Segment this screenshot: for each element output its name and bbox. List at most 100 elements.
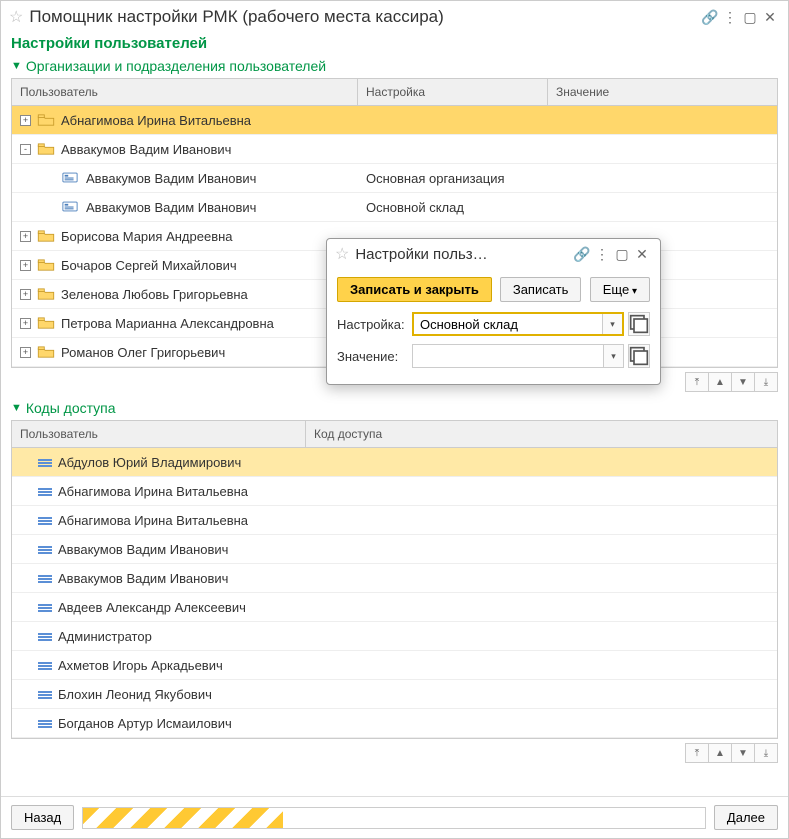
kebab-icon[interactable]: ⋮ (720, 9, 740, 26)
titlebar: ☆ Помощник настройки РМК (рабочего места… (1, 1, 788, 33)
value-cell (548, 174, 777, 182)
table-row[interactable]: Аввакумов Вадим ИвановичОсновной склад (12, 193, 777, 222)
chevron-down-icon: ▼ (11, 60, 22, 72)
section-title: Настройки пользователей (1, 33, 788, 54)
table-row[interactable]: Абнагимова Ирина Витальевна (12, 506, 777, 535)
user-name: Аввакумов Вадим Иванович (86, 200, 256, 215)
value-cell (548, 116, 777, 124)
dropdown-button[interactable]: ▾ (603, 345, 623, 367)
tree-expander[interactable]: + (20, 260, 31, 271)
folder-icon (37, 259, 55, 271)
table-row[interactable]: Аввакумов Вадим Иванович (12, 564, 777, 593)
list-icon (38, 687, 52, 702)
save-button[interactable]: Записать (500, 277, 582, 302)
col-value[interactable]: Значение (548, 79, 777, 105)
kebab-icon[interactable]: ⋮ (592, 246, 612, 263)
dropdown-button[interactable]: ▾ (602, 314, 622, 334)
list-icon (38, 629, 52, 644)
setting-input[interactable] (414, 314, 602, 334)
col-user[interactable]: Пользователь (12, 79, 358, 105)
access-code-cell (306, 487, 777, 495)
user-name: Борисова Мария Андреевна (61, 229, 233, 244)
table-row[interactable]: Авдеев Александр Алексеевич (12, 593, 777, 622)
table-row[interactable]: Администратор (12, 622, 777, 651)
maximize-icon[interactable]: ▢ (740, 9, 760, 26)
popup-button-row: Записать и закрыть Записать Еще (337, 277, 650, 302)
nav-down-button[interactable]: ▼ (731, 372, 755, 392)
user-settings-popup: ☆ Настройки польз… 🔗 ⋮ ▢ ✕ Записать и за… (326, 238, 661, 385)
link-icon[interactable]: 🔗 (572, 246, 592, 263)
popup-title: Настройки польз… (355, 246, 572, 263)
nav-up-button[interactable]: ▲ (708, 372, 732, 392)
table-row[interactable]: Аввакумов Вадим ИвановичОсновная организ… (12, 164, 777, 193)
list-icon (38, 484, 52, 499)
list-icon (38, 600, 52, 615)
nav-first-button[interactable]: ⤒ (685, 743, 709, 763)
access-code-cell (306, 574, 777, 582)
access-code-cell (306, 690, 777, 698)
window-title: Помощник настройки РМК (рабочего места к… (29, 7, 700, 27)
tree-expander[interactable]: + (20, 318, 31, 329)
group-header-orgs[interactable]: ▼ Организации и подразделения пользовате… (1, 54, 788, 78)
table-row[interactable]: -Аввакумов Вадим Иванович (12, 135, 777, 164)
list-icon (38, 455, 52, 470)
link-icon[interactable]: 🔗 (700, 9, 720, 26)
star-icon[interactable]: ☆ (335, 244, 349, 264)
table-body: Абдулов Юрий Владимирович Абнагимова Ирин… (12, 448, 777, 738)
table-header: Пользователь Код доступа (12, 421, 777, 448)
group-header-label: Организации и подразделения пользователе… (26, 58, 326, 74)
tree-expander[interactable]: + (20, 289, 31, 300)
user-name: Авдеев Александр Алексеевич (58, 600, 246, 615)
col-user[interactable]: Пользователь (12, 421, 306, 447)
user-name: Абдулов Юрий Владимирович (58, 455, 241, 470)
more-button[interactable]: Еще (590, 277, 650, 302)
list-icon (38, 658, 52, 673)
back-button[interactable]: Назад (11, 805, 74, 830)
access-code-cell (306, 545, 777, 553)
table-row[interactable]: Блохин Леонид Якубович (12, 680, 777, 709)
maximize-icon[interactable]: ▢ (612, 246, 632, 263)
open-button[interactable] (628, 312, 650, 336)
open-button[interactable] (628, 344, 650, 368)
nav-down-button[interactable]: ▼ (731, 743, 755, 763)
value-cell (548, 203, 777, 211)
list-icon (38, 542, 52, 557)
tree-expander[interactable]: - (20, 144, 31, 155)
table-row[interactable]: Абдулов Юрий Владимирович (12, 448, 777, 477)
table-row[interactable]: Ахметов Игорь Аркадьевич (12, 651, 777, 680)
col-code[interactable]: Код доступа (306, 421, 777, 447)
next-button[interactable]: Далее (714, 805, 778, 830)
list-icon (38, 513, 52, 528)
access-code-cell (306, 516, 777, 524)
setting-cell (358, 145, 548, 153)
table-row[interactable]: + Абнагимова Ирина Витальевна (12, 106, 777, 135)
table-row[interactable]: Богданов Артур Исмаилович (12, 709, 777, 738)
value-cell (548, 145, 777, 153)
nav-first-button[interactable]: ⤒ (685, 372, 709, 392)
value-input[interactable] (413, 345, 603, 367)
access-code-cell (306, 719, 777, 727)
table-header: Пользователь Настройка Значение (12, 79, 777, 106)
user-name: Аввакумов Вадим Иванович (58, 571, 228, 586)
user-name: Абнагимова Ирина Витальевна (58, 484, 248, 499)
nav-up-button[interactable]: ▲ (708, 743, 732, 763)
tree-expander[interactable]: + (20, 231, 31, 242)
table-row[interactable]: Аввакумов Вадим Иванович (12, 535, 777, 564)
nav-last-button[interactable]: ⤓ (754, 743, 778, 763)
star-icon[interactable]: ☆ (9, 7, 23, 27)
group-header-codes[interactable]: ▼ Коды доступа (1, 396, 788, 420)
nav-last-button[interactable]: ⤓ (754, 372, 778, 392)
user-name: Абнагимова Ирина Витальевна (61, 113, 251, 128)
list-icon (38, 571, 52, 586)
close-icon[interactable]: ✕ (760, 9, 780, 26)
tree-expander[interactable]: + (20, 347, 31, 358)
access-code-cell (306, 661, 777, 669)
user-name: Романов Олег Григорьевич (61, 345, 225, 360)
folder-icon (37, 288, 55, 300)
close-icon[interactable]: ✕ (632, 246, 652, 263)
tree-expander[interactable]: + (20, 115, 31, 126)
table-row[interactable]: Абнагимова Ирина Витальевна (12, 477, 777, 506)
save-close-button[interactable]: Записать и закрыть (337, 277, 492, 302)
user-name: Бочаров Сергей Михайлович (61, 258, 237, 273)
col-setting[interactable]: Настройка (358, 79, 548, 105)
